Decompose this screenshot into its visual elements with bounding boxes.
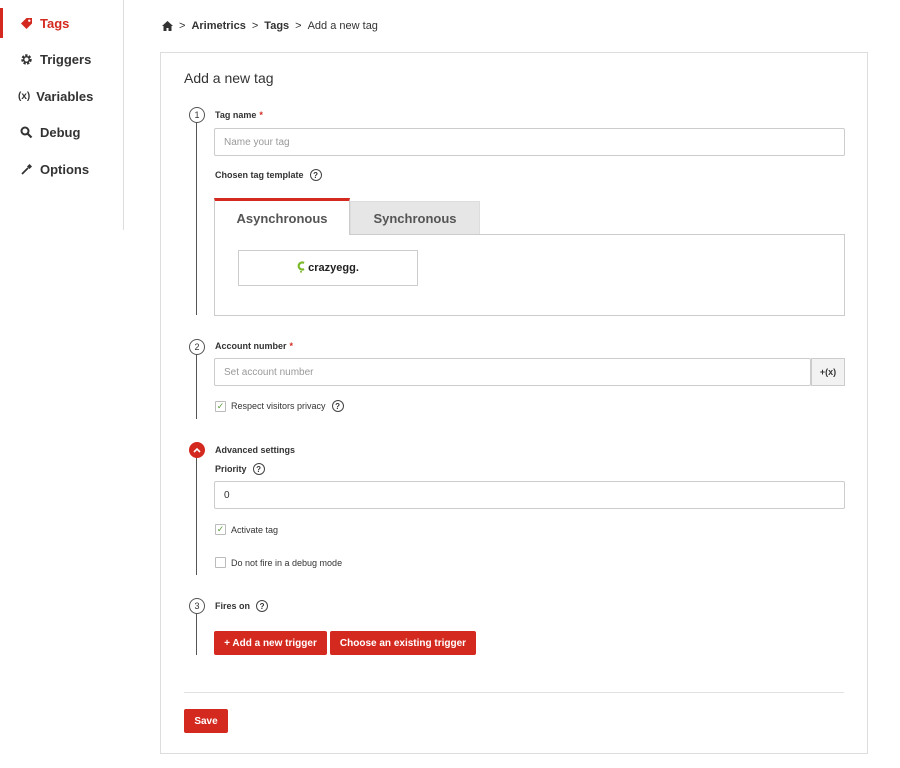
step-3-marker: 3	[189, 598, 205, 614]
activate-label: Activate tag	[231, 524, 279, 535]
crazyegg-logo-icon	[297, 260, 306, 276]
divider	[184, 692, 844, 693]
sidebar-item-variables[interactable]: (x) Variables	[0, 81, 123, 111]
template-crazyegg[interactable]: crazyegg.	[238, 250, 418, 286]
wrench-icon	[18, 163, 34, 176]
sidebar-item-label: Options	[40, 161, 90, 177]
insert-variable-button[interactable]: +(x)	[811, 358, 845, 386]
sidebar: Tags Triggers (x) Variables Debug Option…	[0, 0, 124, 230]
save-button[interactable]: Save	[184, 709, 228, 733]
sidebar-item-debug[interactable]: Debug	[0, 117, 123, 147]
sidebar-item-triggers[interactable]: Triggers	[0, 44, 123, 74]
add-trigger-button[interactable]: + Add a new trigger	[214, 631, 327, 655]
tag-name-label: Tag name *	[215, 110, 263, 120]
step-2-marker: 2	[189, 339, 205, 355]
tag-form-card: Add a new tag 1 Tag name * Name your tag…	[160, 52, 868, 754]
account-label: Account number *	[215, 341, 293, 351]
collapse-chevron-icon[interactable]	[189, 442, 205, 458]
required-mark: *	[259, 110, 263, 120]
privacy-checkbox[interactable]: ✓	[215, 400, 226, 412]
tab-asynchronous[interactable]: Asynchronous	[214, 198, 350, 235]
breadcrumb-item-tags[interactable]: Tags	[264, 20, 289, 32]
priority-label-text: Priority	[215, 464, 247, 474]
debug-checkbox-row[interactable]: Do not fire in a debug mode	[215, 557, 342, 568]
breadcrumb-separator: >	[179, 20, 186, 32]
priority-input[interactable]: 0	[214, 481, 845, 509]
sidebar-item-label: Variables	[36, 88, 94, 104]
breadcrumb-separator: >	[295, 20, 302, 32]
privacy-label: Respect visitors privacy	[231, 401, 326, 411]
breadcrumb-separator: >	[251, 20, 259, 32]
sidebar-item-options[interactable]: Options	[0, 154, 123, 184]
help-icon[interactable]: ?	[309, 169, 322, 181]
privacy-checkbox-row[interactable]: ✓ Respect visitors privacy ?	[215, 400, 344, 412]
step-1-marker: 1	[189, 107, 205, 123]
debug-checkbox[interactable]	[215, 557, 226, 568]
help-icon[interactable]: ?	[331, 400, 344, 412]
tab-synchronous[interactable]: Synchronous	[350, 201, 480, 235]
step-2-line	[196, 349, 197, 419]
tag-name-input[interactable]: Name your tag	[214, 128, 845, 156]
breadcrumb-item-current: Add a new tag	[307, 20, 378, 32]
tag-icon	[18, 17, 34, 30]
advanced-settings-title[interactable]: Advanced settings	[215, 445, 295, 455]
breadcrumb-item-arimetrics[interactable]: Arimetrics	[191, 20, 245, 32]
activate-checkbox-row[interactable]: ✓ Activate tag	[215, 524, 278, 535]
required-mark: *	[289, 341, 294, 351]
help-icon[interactable]: ?	[256, 600, 269, 612]
sidebar-item-tags[interactable]: Tags	[0, 8, 123, 38]
breadcrumb: > Arimetrics > Tags > Add a new tag	[162, 18, 378, 34]
account-label-text: Account number	[215, 341, 287, 351]
debug-label: Do not fire in a debug mode	[231, 557, 343, 568]
account-number-input[interactable]: Set account number	[214, 358, 811, 386]
step-1-line	[196, 115, 197, 315]
search-icon	[18, 126, 34, 139]
sidebar-item-label: Debug	[40, 124, 81, 140]
fires-on-label-text: Fires on	[215, 601, 251, 611]
choose-trigger-button[interactable]: Choose an existing trigger	[330, 631, 476, 655]
tag-name-label-text: Tag name	[215, 110, 257, 120]
help-icon[interactable]: ?	[252, 463, 265, 475]
variable-icon: (x)	[18, 90, 31, 102]
activate-checkbox[interactable]: ✓	[215, 524, 226, 535]
template-panel: crazyegg.	[214, 234, 845, 316]
sidebar-item-label: Tags	[40, 15, 70, 31]
advanced-line	[196, 451, 197, 575]
home-icon[interactable]	[162, 21, 173, 31]
priority-label: Priority ?	[215, 463, 265, 475]
template-label: Chosen tag template ?	[215, 169, 322, 181]
template-name: crazyegg.	[308, 262, 359, 274]
sidebar-item-label: Triggers	[40, 51, 92, 67]
gear-icon	[18, 53, 34, 66]
step-3-line	[196, 609, 197, 655]
template-label-text: Chosen tag template	[215, 170, 304, 180]
page-title: Add a new tag	[184, 70, 274, 86]
fires-on-label: Fires on ?	[215, 600, 269, 612]
